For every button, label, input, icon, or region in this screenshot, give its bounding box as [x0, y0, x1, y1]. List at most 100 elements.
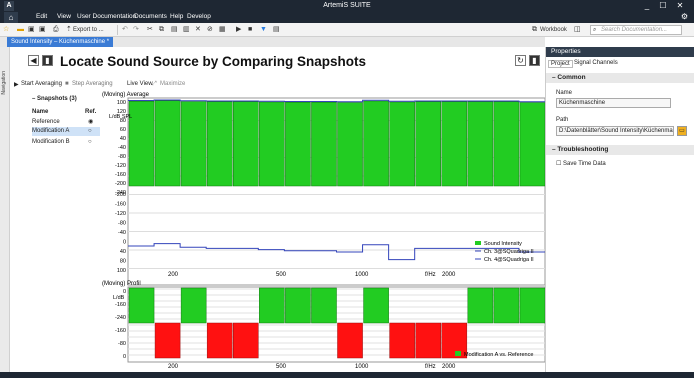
ref-radio[interactable]: ○ — [88, 138, 92, 147]
export-button[interactable]: Export to ... — [73, 25, 104, 35]
col-name: Name — [32, 109, 49, 115]
live-view-button[interactable]: Live View — [127, 81, 153, 87]
favorites-icon[interactable]: ☆ — [3, 25, 9, 35]
navigation-label[interactable]: Navigation — [1, 71, 7, 95]
ytick: -80 — [118, 221, 126, 227]
delete-icon[interactable]: ✕ — [195, 25, 201, 35]
print-icon[interactable]: ⎙ — [53, 25, 59, 35]
calculate-icon[interactable]: ▦ — [219, 25, 226, 35]
bar-630 — [337, 102, 363, 187]
bar-250 — [233, 101, 259, 187]
exit-icon[interactable]: ▮ — [529, 55, 540, 66]
bar-2000 — [467, 101, 494, 187]
workbook-icon[interactable]: ⧉ — [532, 25, 537, 35]
save-all-icon[interactable]: ▣ — [39, 25, 46, 35]
start-averaging-icon[interactable]: ▶ — [14, 81, 19, 88]
ytick: -160 — [115, 202, 126, 208]
menu-view[interactable]: View — [57, 13, 71, 20]
filter-icon[interactable]: ▼ — [260, 25, 267, 35]
document-icon[interactable]: ▮ — [42, 55, 53, 66]
tab-signal-channels[interactable]: Signal Channels — [574, 60, 618, 66]
ytick: 60 — [120, 127, 126, 133]
open-folder-icon[interactable]: ▬ — [17, 25, 24, 35]
refresh-icon[interactable]: ↻ — [515, 55, 526, 66]
ytick: -200 — [115, 181, 126, 187]
ytick: -200 — [115, 192, 126, 198]
ytick: 80 — [120, 259, 126, 265]
ytick: -160 — [115, 172, 126, 178]
section-common[interactable]: – Common — [546, 73, 694, 83]
save-time-data-checkbox[interactable]: ☐ Save Time Data — [556, 160, 606, 167]
xtick: 1000 — [355, 364, 369, 370]
play-icon[interactable]: ▶ — [236, 25, 241, 35]
snapshots-header[interactable]: – Snapshots (3) — [32, 95, 100, 104]
menu-develop[interactable]: Develop — [187, 13, 211, 20]
layout-icon[interactable]: ▤ — [273, 25, 280, 35]
chart-1-title: (Moving) Average — [102, 92, 150, 98]
redo-icon[interactable]: ↷ — [133, 25, 139, 35]
profile-bar-100 — [128, 287, 155, 324]
properties-tabs: Project Signal Channels — [546, 59, 694, 69]
ytick: -120 — [115, 211, 126, 217]
bar-315 — [259, 101, 285, 187]
back-icon[interactable]: ◀ — [28, 55, 39, 66]
ref-radio-selected[interactable]: ◉ — [88, 118, 93, 127]
panel-toggle-icon[interactable]: ◫ — [574, 25, 581, 35]
bar-1250 — [415, 101, 441, 187]
minimize-icon[interactable]: _ — [640, 1, 654, 11]
close-icon[interactable]: ✕ — [673, 1, 687, 11]
undo-icon[interactable]: ↶ — [122, 25, 128, 35]
ytick: 100 — [117, 100, 126, 106]
profile-bar-2000 — [467, 287, 494, 324]
export-icon[interactable]: ⇡ — [66, 25, 72, 35]
start-averaging-button[interactable]: Start Averaging — [21, 81, 62, 87]
path-field[interactable]: D:\Datenblätter\Sound Intensity\Küchenma… — [556, 126, 674, 136]
home-icon[interactable]: ⌂ — [4, 12, 18, 23]
folder-browse-icon[interactable]: ▭ — [677, 126, 687, 136]
duplicate-icon[interactable]: ▥ — [183, 25, 190, 35]
ytick: 0 — [123, 354, 126, 360]
title-bar: A ArtemiS SUITE _ ☐ ✕ — [0, 0, 694, 12]
name-label: Name — [556, 90, 573, 96]
ytick: -120 — [115, 163, 126, 169]
snapshot-row-modification-a[interactable]: Modification A ○ — [32, 127, 100, 136]
ytick: -40 — [118, 145, 126, 151]
menu-help[interactable]: Help — [170, 13, 183, 20]
workbook-button[interactable]: Workbook — [540, 25, 567, 35]
step-averaging-button[interactable]: Step Averaging — [72, 81, 113, 87]
page-header: ◀ ▮ Locate Sound Source by Comparing Sna… — [14, 50, 544, 72]
xtick: 500 — [276, 272, 287, 278]
cut-icon[interactable]: ✂ — [147, 25, 153, 35]
tab-sound-intensity[interactable]: Sound Intensity – Küchenmaschine * — [7, 37, 114, 47]
snapshot-row-modification-b[interactable]: Modification B ○ — [32, 138, 100, 147]
xtick: f/Hz — [425, 364, 436, 370]
ylabel-chart-2: L/dB — [113, 295, 125, 301]
tab-project[interactable]: Project — [548, 60, 573, 68]
status-bar — [0, 372, 694, 378]
menu-edit[interactable]: Edit — [36, 13, 47, 20]
bar-200 — [206, 101, 233, 187]
stop-icon[interactable]: ⊘ — [207, 25, 213, 35]
bar-3150 — [519, 102, 546, 187]
profile-bar-160 — [180, 287, 207, 324]
maximize-button[interactable]: Maximize — [160, 81, 185, 87]
xtick: 200 — [168, 272, 179, 278]
maximize-icon[interactable]: ☐ — [656, 1, 670, 11]
ytick: -160 — [115, 302, 126, 308]
bar-1000 — [389, 101, 415, 187]
paste-icon[interactable]: ▤ — [171, 25, 178, 35]
properties-panel: Properties Project Signal Channels – Com… — [545, 47, 694, 378]
gear-icon[interactable]: ⚙ — [681, 12, 688, 21]
charts-svg: (Moving) Average100120806040-40-80-120-1… — [102, 92, 546, 370]
menu-user-documentation[interactable]: User Documentation — [77, 13, 136, 20]
save-icon[interactable]: ▣ — [28, 25, 35, 35]
menu-documents[interactable]: Documents — [134, 13, 167, 20]
ref-radio[interactable]: ○ — [88, 127, 92, 136]
name-field[interactable]: Küchenmaschine — [556, 98, 671, 108]
search-input[interactable]: Search Documentation... — [590, 25, 682, 35]
copy-icon[interactable]: ⧉ — [159, 25, 164, 35]
checkbox-icon: ☐ — [556, 161, 564, 167]
stop-square-icon[interactable]: ■ — [248, 25, 252, 35]
section-troubleshooting[interactable]: – Troubleshooting — [546, 145, 694, 155]
snapshot-row-reference[interactable]: Reference ◉ — [32, 118, 100, 127]
